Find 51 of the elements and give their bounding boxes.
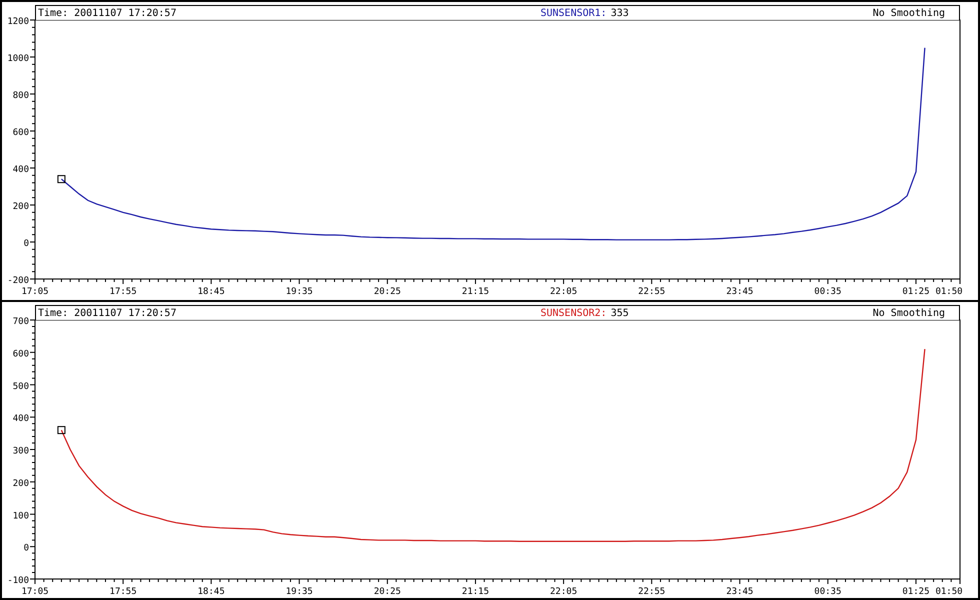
- x-tick-label: 17:55: [110, 287, 137, 297]
- x-tick-label: 01:25: [902, 287, 930, 297]
- smoothing-mode: No Smoothing: [872, 308, 945, 318]
- y-tick-label: 600: [12, 349, 29, 360]
- x-tick-label: 17:05: [21, 587, 49, 597]
- x-tick-label: 22:55: [638, 587, 666, 597]
- x-tick-label: 21:15: [462, 587, 490, 597]
- x-tick-label: 20:25: [374, 287, 401, 297]
- y-tick-label: 200: [12, 478, 29, 489]
- y-tick-label: 1200: [7, 17, 29, 27]
- x-tick-label: 19:35: [286, 287, 313, 297]
- x-tick-label: 00:35: [814, 287, 842, 297]
- sensor-reading: 333: [610, 8, 629, 18]
- x-tick-label: 01:50: [935, 287, 963, 297]
- y-tick-label: 400: [12, 165, 29, 175]
- y-tick-label: 700: [12, 317, 29, 327]
- x-tick-label: 19:35: [286, 587, 313, 597]
- y-tick-label: -100: [7, 576, 29, 586]
- x-tick-label: 21:15: [462, 287, 490, 297]
- cursor-marker[interactable]: [57, 175, 66, 184]
- y-tick-label: 1000: [7, 54, 29, 64]
- cursor-marker[interactable]: [57, 426, 66, 434]
- x-tick-label: 00:35: [814, 587, 842, 597]
- smoothing-mode: No Smoothing: [872, 8, 945, 18]
- y-tick-label: 600: [12, 128, 29, 138]
- x-tick-label: 17:05: [21, 287, 49, 297]
- x-tick-label: 18:45: [198, 587, 225, 597]
- y-tick-label: 500: [12, 382, 29, 392]
- sensor-reading: 355: [610, 308, 629, 318]
- y-tick-label: 0: [24, 544, 29, 554]
- x-tick-label: 23:45: [726, 587, 754, 597]
- x-tick-label: 01:50: [935, 587, 963, 597]
- x-tick-label: 22:05: [550, 287, 578, 297]
- x-tick-label: 22:05: [550, 587, 578, 597]
- x-tick-label: 23:45: [726, 287, 754, 297]
- time-readout: Time: 20011107 17:20:57: [38, 8, 176, 18]
- sensor-name: SUNSENSOR1:: [540, 8, 607, 18]
- y-tick-label: 0: [24, 239, 29, 249]
- sensor-name: SUNSENSOR2:: [540, 308, 607, 318]
- y-tick-label: 200: [12, 202, 29, 212]
- y-tick-label: 300: [12, 446, 29, 456]
- y-tick-label: 800: [12, 91, 29, 101]
- y-tick-label: 100: [12, 511, 29, 522]
- y-tick-label: 400: [12, 414, 29, 424]
- time-readout: Time: 20011107 17:20:57: [38, 308, 176, 318]
- x-tick-label: 17:55: [110, 587, 137, 597]
- x-tick-label: 20:25: [374, 587, 401, 597]
- y-tick-label: -200: [7, 276, 29, 286]
- x-tick-label: 22:55: [638, 287, 666, 297]
- x-tick-label: 18:45: [198, 287, 225, 297]
- x-tick-label: 01:25: [902, 587, 930, 597]
